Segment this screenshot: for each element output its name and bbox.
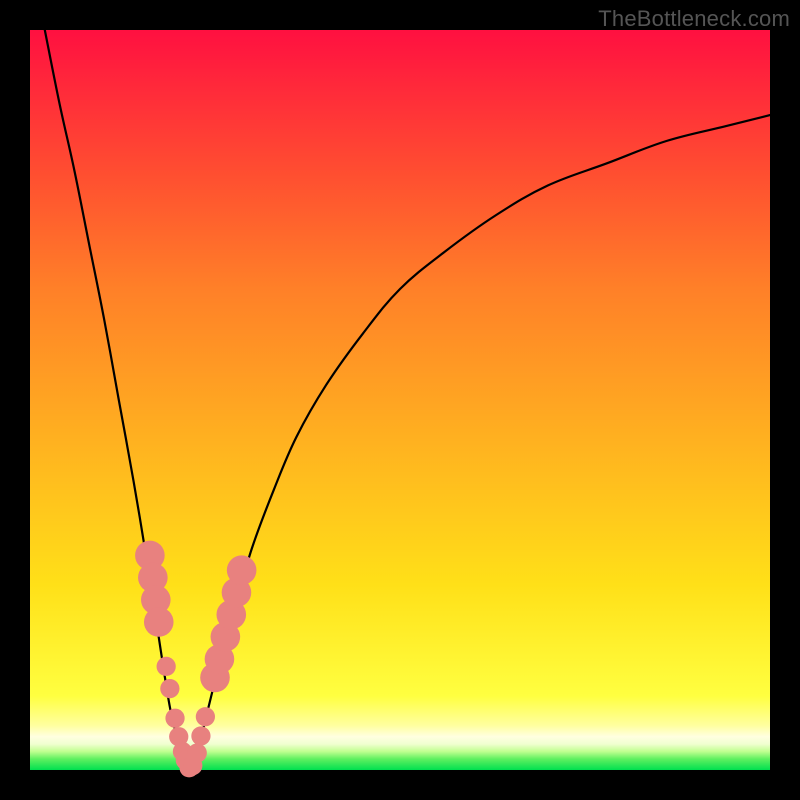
marker-point (160, 679, 179, 698)
marker-point (188, 743, 207, 762)
watermark-text: TheBottleneck.com (598, 6, 790, 32)
chart-svg (30, 30, 770, 770)
marker-point (191, 726, 210, 745)
marker-point (144, 607, 174, 637)
curve-right-branch (189, 115, 770, 770)
marker-point (227, 555, 257, 585)
marker-group (135, 541, 256, 778)
chart-plot-area (30, 30, 770, 770)
marker-point (157, 657, 176, 676)
marker-point (196, 707, 215, 726)
marker-point (165, 709, 184, 728)
